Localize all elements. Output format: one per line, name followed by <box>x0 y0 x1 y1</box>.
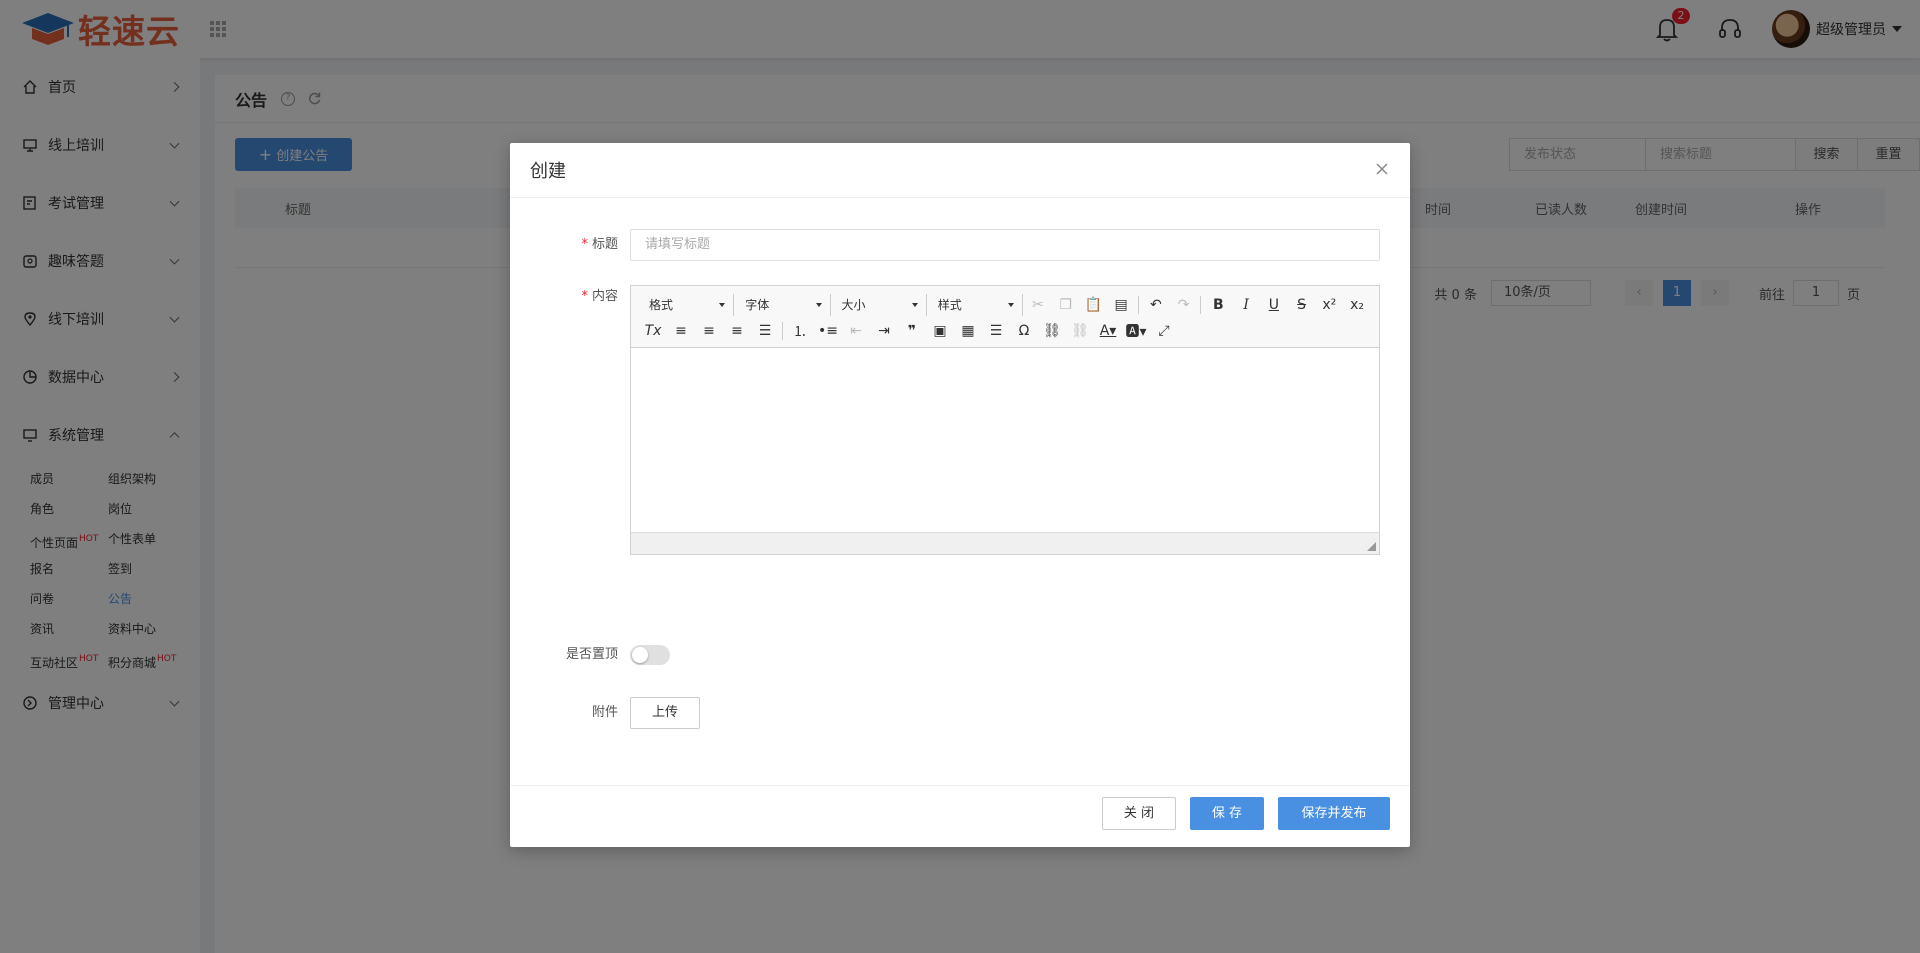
bold-icon[interactable]: B <box>1204 293 1232 317</box>
format-select[interactable]: 格式 <box>639 294 735 316</box>
save-publish-button[interactable]: 保存并发布 <box>1278 797 1390 830</box>
create-dialog: 创建 *标题 请填写标题 *内容 格式 字体 大小 样式 ✂ ❐ 📋 ▤ ↶ <box>510 143 1410 847</box>
italic-icon[interactable]: I <box>1232 293 1260 317</box>
resize-handle[interactable] <box>1367 542 1376 551</box>
editor-toolbar: 格式 字体 大小 样式 ✂ ❐ 📋 ▤ ↶ ↷ B I U S x² x₂ Tx… <box>631 286 1379 348</box>
bullet-list-icon[interactable]: •≡ <box>814 319 842 343</box>
outdent-icon[interactable]: ⇤ <box>842 319 870 343</box>
align-center-icon[interactable]: ≡ <box>695 319 723 343</box>
underline-icon[interactable]: U <box>1260 293 1288 317</box>
blockquote-icon[interactable]: ❞ <box>898 319 926 343</box>
paste-icon[interactable]: 📋 <box>1080 293 1108 317</box>
redo-icon[interactable]: ↷ <box>1170 293 1198 317</box>
copy-icon[interactable]: ❐ <box>1052 293 1080 317</box>
attachment-label: 附件 <box>591 705 618 720</box>
font-select[interactable]: 字体 <box>735 294 831 316</box>
content-label: * 内容 <box>581 289 618 304</box>
align-justify-icon[interactable]: ☰ <box>751 319 779 343</box>
close-button[interactable]: 关 闭 <box>1102 797 1176 830</box>
subscript-icon[interactable]: x₂ <box>1343 293 1371 317</box>
unlink-icon[interactable]: ⛓ <box>1066 319 1094 343</box>
title-input[interactable]: 请填写标题 <box>630 229 1380 261</box>
dialog-footer: 关 闭 保 存 保存并发布 <box>510 785 1410 847</box>
cut-icon[interactable]: ✂ <box>1024 293 1052 317</box>
superscript-icon[interactable]: x² <box>1315 293 1343 317</box>
paste-text-icon[interactable]: ▤ <box>1107 293 1135 317</box>
indent-icon[interactable]: ⇥ <box>870 319 898 343</box>
text-color-icon[interactable]: A▾ <box>1094 319 1122 343</box>
clear-format-icon[interactable]: Tx <box>639 319 667 343</box>
size-select[interactable]: 大小 <box>832 294 927 316</box>
pin-toggle[interactable] <box>630 645 670 665</box>
numbered-list-icon[interactable]: ⒈ <box>786 319 814 343</box>
editor-statusbar <box>631 532 1379 554</box>
editor-content-area[interactable] <box>631 348 1379 532</box>
save-button[interactable]: 保 存 <box>1190 797 1264 830</box>
bg-color-icon[interactable]: 🅰▾ <box>1122 319 1150 343</box>
pin-label: 是否置顶 <box>565 647 618 662</box>
fullscreen-icon[interactable]: ⤢ <box>1150 319 1178 343</box>
align-left-icon[interactable]: ≡ <box>667 319 695 343</box>
image-icon[interactable]: ▣ <box>926 319 954 343</box>
close-icon[interactable] <box>1374 161 1390 177</box>
undo-icon[interactable]: ↶ <box>1142 293 1170 317</box>
title-label: * 标题 <box>581 237 618 252</box>
strikethrough-icon[interactable]: S <box>1288 293 1316 317</box>
horizontal-rule-icon[interactable]: ☰ <box>982 319 1010 343</box>
align-right-icon[interactable]: ≡ <box>723 319 751 343</box>
upload-button[interactable]: 上传 <box>630 697 700 729</box>
rich-text-editor: 格式 字体 大小 样式 ✂ ❐ 📋 ▤ ↶ ↷ B I U S x² x₂ Tx… <box>630 285 1380 555</box>
dialog-title: 创建 <box>530 161 566 182</box>
style-select[interactable]: 样式 <box>928 294 1023 316</box>
link-icon[interactable]: ⛓ <box>1038 319 1066 343</box>
special-char-icon[interactable]: Ω <box>1010 319 1038 343</box>
table-icon[interactable]: ▦ <box>954 319 982 343</box>
